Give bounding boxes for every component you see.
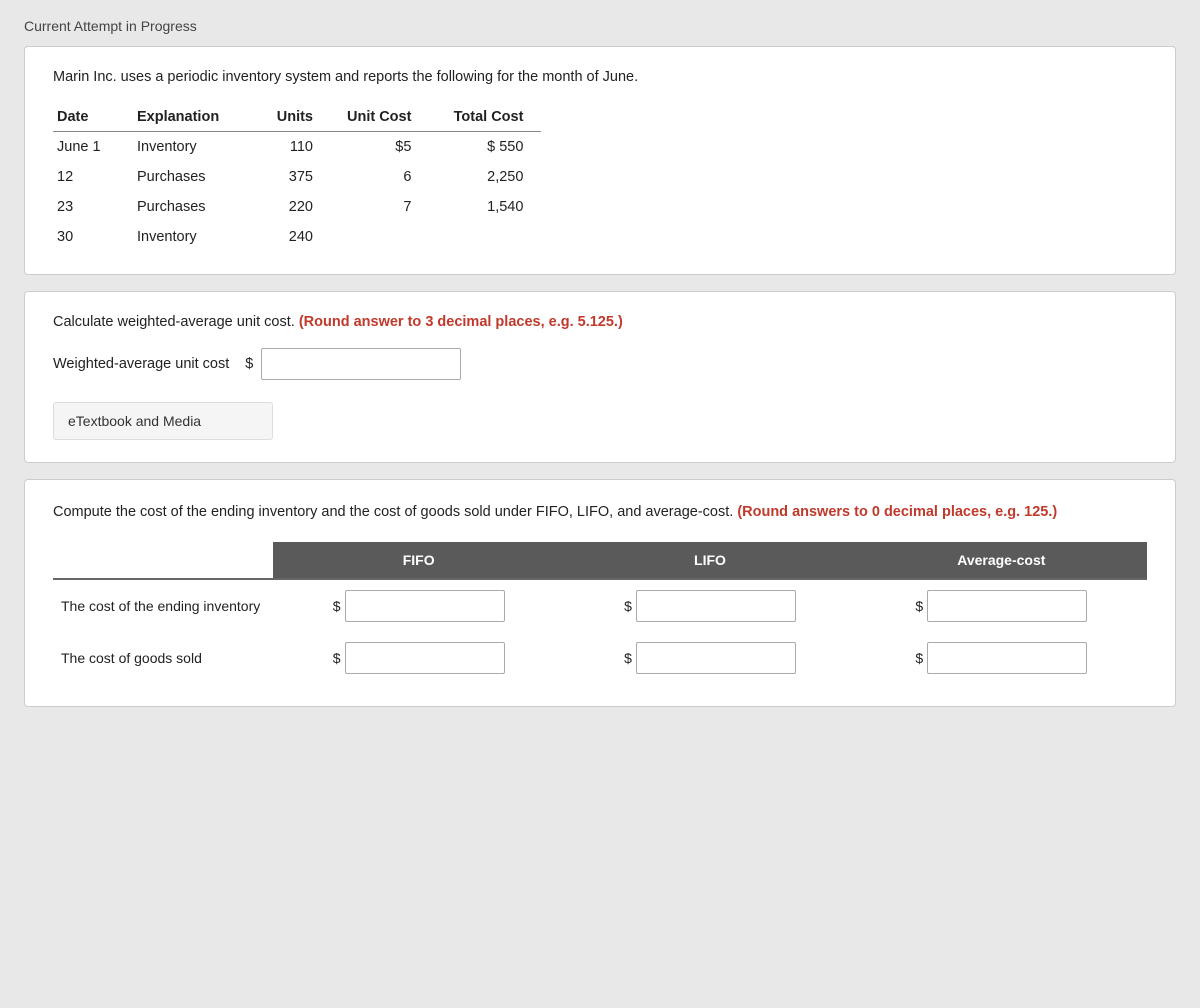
col-header-date: Date xyxy=(53,103,133,132)
col-header-total-cost: Total Cost xyxy=(441,103,541,132)
current-attempt-label: Current Attempt in Progress xyxy=(24,18,1176,34)
compute-section: Compute the cost of the ending inventory… xyxy=(24,479,1176,707)
compute-input-avg-0[interactable] xyxy=(927,590,1087,622)
compute-cell-lifo: $ xyxy=(564,632,855,684)
cell-date: 23 xyxy=(53,192,133,222)
weighted-input-label: Weighted-average unit cost xyxy=(53,356,229,372)
cell-total-cost: 1,540 xyxy=(441,192,541,222)
dollar-avg: $ xyxy=(915,598,923,614)
dollar-sign: $ xyxy=(245,356,253,372)
inventory-card: Marin Inc. uses a periodic inventory sys… xyxy=(24,46,1176,275)
dollar-lifo: $ xyxy=(624,598,632,614)
compute-row: The cost of the ending inventory $ $ $ xyxy=(53,579,1147,632)
cell-total-cost: 2,250 xyxy=(441,162,541,192)
dollar-avg: $ xyxy=(915,650,923,666)
compute-cell-fifo: $ xyxy=(273,632,564,684)
cell-explanation: Inventory xyxy=(133,132,263,163)
table-row: 23 Purchases 220 7 1,540 xyxy=(53,192,541,222)
weighted-average-input[interactable] xyxy=(261,348,461,380)
cell-units: 240 xyxy=(263,222,343,252)
inventory-table: Date Explanation Units Unit Cost Total C… xyxy=(53,103,541,252)
compute-input-avg-1[interactable] xyxy=(927,642,1087,674)
cell-total-cost: $ 550 xyxy=(441,132,541,163)
table-row: June 1 Inventory 110 $5 $ 550 xyxy=(53,132,541,163)
cell-unit-cost: 7 xyxy=(343,192,441,222)
weighted-description-plain: Calculate weighted-average unit cost. xyxy=(53,314,299,330)
compute-row-label: The cost of goods sold xyxy=(53,632,273,684)
compute-table: FIFO LIFO Average-cost The cost of the e… xyxy=(53,542,1147,684)
cell-date: June 1 xyxy=(53,132,133,163)
cell-date: 30 xyxy=(53,222,133,252)
cell-date: 12 xyxy=(53,162,133,192)
compute-cell-fifo: $ xyxy=(273,579,564,632)
compute-input-fifo-0[interactable] xyxy=(345,590,505,622)
compute-input-fifo-1[interactable] xyxy=(345,642,505,674)
compute-cell-lifo: $ xyxy=(564,579,855,632)
col-header-unit-cost: Unit Cost xyxy=(343,103,441,132)
weighted-description-bold: (Round answer to 3 decimal places, e.g. … xyxy=(299,314,623,330)
cell-units: 220 xyxy=(263,192,343,222)
compute-description-plain: Compute the cost of the ending inventory… xyxy=(53,504,737,520)
compute-row-label: The cost of the ending inventory xyxy=(53,579,273,632)
etextbook-media-button[interactable]: eTextbook and Media xyxy=(53,402,273,440)
compute-col-empty xyxy=(53,542,273,579)
compute-input-lifo-1[interactable] xyxy=(636,642,796,674)
col-header-explanation: Explanation xyxy=(133,103,263,132)
weighted-input-row: Weighted-average unit cost $ xyxy=(53,348,1147,380)
cell-total-cost xyxy=(441,222,541,252)
compute-col-fifo: FIFO xyxy=(273,542,564,579)
dollar-fifo: $ xyxy=(333,650,341,666)
compute-col-average-cost: Average-cost xyxy=(856,542,1147,579)
cell-unit-cost: 6 xyxy=(343,162,441,192)
dollar-fifo: $ xyxy=(333,598,341,614)
compute-input-lifo-0[interactable] xyxy=(636,590,796,622)
cell-unit-cost: $5 xyxy=(343,132,441,163)
cell-units: 110 xyxy=(263,132,343,163)
weighted-description: Calculate weighted-average unit cost. (R… xyxy=(53,314,1147,330)
compute-col-lifo: LIFO xyxy=(564,542,855,579)
cell-explanation: Inventory xyxy=(133,222,263,252)
compute-cell-avg: $ xyxy=(856,632,1147,684)
compute-description: Compute the cost of the ending inventory… xyxy=(53,502,1147,524)
table-row: 30 Inventory 240 xyxy=(53,222,541,252)
compute-description-bold: (Round answers to 0 decimal places, e.g.… xyxy=(737,504,1057,520)
cell-units: 375 xyxy=(263,162,343,192)
compute-cell-avg: $ xyxy=(856,579,1147,632)
inventory-description: Marin Inc. uses a periodic inventory sys… xyxy=(53,69,1147,85)
table-row: 12 Purchases 375 6 2,250 xyxy=(53,162,541,192)
cell-explanation: Purchases xyxy=(133,162,263,192)
dollar-lifo: $ xyxy=(624,650,632,666)
col-header-units: Units xyxy=(263,103,343,132)
cell-explanation: Purchases xyxy=(133,192,263,222)
cell-unit-cost xyxy=(343,222,441,252)
weighted-average-section: Calculate weighted-average unit cost. (R… xyxy=(24,291,1176,463)
compute-row: The cost of goods sold $ $ $ xyxy=(53,632,1147,684)
